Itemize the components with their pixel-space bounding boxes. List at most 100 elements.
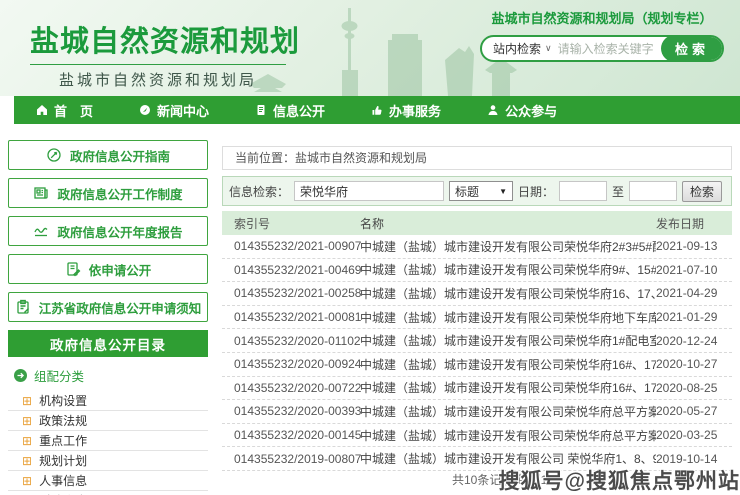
guide-icon (46, 147, 62, 163)
search-scope-dropdown[interactable]: 站内检索 ∨ (482, 40, 558, 57)
search-scope-label: 站内检索 (493, 40, 541, 57)
sidebar-group-category[interactable]: 组配分类 (8, 357, 208, 391)
column-header-date: 发布日期 (656, 215, 732, 232)
cell-publish-date: 2019-10-14 (656, 452, 732, 466)
nav-item-label: 首 页 (54, 101, 93, 120)
column-header-name: 名称 (360, 215, 656, 232)
nav-item-news-center[interactable]: 新闻中心 (139, 101, 209, 120)
sidebar-btn-apply-disclosure[interactable]: 依申请公开 (8, 254, 208, 284)
cell-index-number: 014355232/2020-01102 (222, 334, 360, 348)
sidebar-btn-label: 政府信息公开指南 (70, 146, 170, 165)
cell-document-link[interactable]: 中城建（盐城）城市建设开发有限公司荣悦华府总平方案调整批后公告 (360, 403, 656, 420)
filter-bar: 信息检索： 标题 ▼ 日期： 至 检索 (222, 176, 732, 206)
cell-publish-date: 2021-01-29 (656, 310, 732, 324)
cell-publish-date: 2020-05-27 (656, 404, 732, 418)
sidebar-item-orgs[interactable]: ⊞ 机构设置 (8, 391, 208, 411)
cell-document-link[interactable]: 中城建（盐城）城市建设开发有限公司荣悦华府16、17、23、29、 ... (360, 285, 656, 302)
cell-index-number: 014355232/2021-00258 (222, 286, 360, 300)
cell-publish-date: 2020-03-25 (656, 428, 732, 442)
sidebar-item-label: 人事信息 (39, 472, 87, 489)
nav-item-home[interactable]: 首 页 (36, 101, 93, 120)
sidebar-item-key-work[interactable]: ⊞ 重点工作 (8, 431, 208, 451)
sidebar-item-label: 重点工作 (39, 432, 87, 449)
sidebar-item-policies[interactable]: ⊞ 政策法规 (8, 411, 208, 431)
cell-document-link[interactable]: 中城建（盐城）城市建设开发有限公司荣悦华府16#、17#、23#、 ... (360, 356, 656, 373)
breadcrumb: 当前位置：盐城市自然资源和规划局 (222, 146, 732, 170)
cell-publish-date: 2021-04-29 (656, 286, 732, 300)
nav-item-label: 信息公开 (273, 101, 325, 120)
sohu-watermark: 搜狐号@搜狐焦点鄂州站 (499, 465, 740, 495)
site-header: 盐城自然资源和规划 盐城市自然资源和规划局 盐城市自然资源和规划局（规划专栏） … (0, 0, 740, 96)
header-right: 盐城市自然资源和规划局（规划专栏） 站内检索 ∨ 检索 (480, 8, 724, 62)
cell-document-link[interactable]: 中城建（盐城）城市建设开发有限公司荣悦华府9#、15#、19-20 ... (360, 261, 656, 278)
participation-icon (487, 104, 499, 116)
services-icon (371, 104, 383, 116)
sidebar-item-finance[interactable]: ⊞ 财政资金 (8, 491, 208, 495)
date-to-label: 至 (612, 183, 624, 200)
cell-document-link[interactable]: 中城建（盐城）城市建设开发有限公司荣悦华府1#配电室、8#配电室、 ... (360, 332, 656, 349)
sidebar-btn-application-notice[interactable]: 江苏省政府信息公开申请须知 (8, 292, 208, 322)
keyword-input[interactable] (294, 181, 444, 201)
main-navbar: 首 页 新闻中心 信息公开 办事服务 公众参与 (14, 96, 740, 124)
annual-report-icon (33, 223, 49, 239)
table-header-row: 索引号 名称 发布日期 (222, 211, 732, 235)
field-select[interactable]: 标题 ▼ (449, 181, 513, 201)
cell-index-number: 014355232/2020-00722 (222, 381, 360, 395)
cell-publish-date: 2021-07-10 (656, 263, 732, 277)
sidebar-btn-label: 政府信息公开年度报告 (57, 222, 182, 241)
table-row: 014355232/2020-00924 中城建（盐城）城市建设开发有限公司荣悦… (222, 353, 732, 377)
sidebar-item-label: 政策法规 (39, 412, 87, 429)
cell-document-link[interactable]: 中城建（盐城）城市建设开发有限公司荣悦华府2#3#5#配电房、4# ... (360, 238, 656, 255)
portal-title: 盐城市自然资源和规划局（规划专栏） (480, 8, 724, 27)
table-row: 014355232/2021-00907 中城建（盐城）城市建设开发有限公司荣悦… (222, 235, 732, 259)
sidebar-btn-label: 依申请公开 (89, 260, 152, 279)
cell-index-number: 014355232/2021-00907 (222, 239, 360, 253)
chevron-down-icon: ∨ (545, 43, 552, 54)
table-row: 014355232/2021-00258 中城建（盐城）城市建设开发有限公司荣悦… (222, 282, 732, 306)
home-icon (36, 104, 48, 116)
sidebar-group-label: 组配分类 (34, 366, 84, 385)
table-row: 014355232/2021-00469 中城建（盐城）城市建设开发有限公司荣悦… (222, 259, 732, 283)
sidebar-btn-work-system[interactable]: 政府信息公开工作制度 (8, 178, 208, 208)
nav-item-services[interactable]: 办事服务 (371, 101, 441, 120)
cell-index-number: 014355232/2019-00807 (222, 452, 360, 466)
date-from-input[interactable] (559, 181, 607, 201)
site-title: 盐城自然资源和规划 (30, 18, 300, 60)
select-caret-icon: ▼ (499, 187, 507, 196)
sidebar: 政府信息公开指南 政府信息公开工作制度 政府信息公开年度报告 依申请公开 江苏省… (8, 140, 208, 495)
sidebar-directory-header[interactable]: 政府信息公开目录 (8, 330, 208, 357)
apply-disclosure-icon (65, 261, 81, 277)
filter-search-button[interactable]: 检索 (682, 181, 722, 202)
main-content: 当前位置：盐城市自然资源和规划局 信息检索： 标题 ▼ 日期： 至 检索 索引号… (222, 146, 732, 471)
keyword-label: 信息检索： (229, 183, 289, 200)
cell-publish-date: 2021-09-13 (656, 239, 732, 253)
nav-item-label: 新闻中心 (157, 101, 209, 120)
sidebar-item-planning[interactable]: ⊞ 规划计划 (8, 451, 208, 471)
plus-square-icon: ⊞ (22, 435, 32, 447)
cell-index-number: 014355232/2021-00081 (222, 310, 360, 324)
date-to-input[interactable] (629, 181, 677, 201)
sidebar-item-personnel[interactable]: ⊞ 人事信息 (8, 471, 208, 491)
nav-item-public-participation[interactable]: 公众参与 (487, 101, 557, 120)
table-row: 014355232/2020-01102 中城建（盐城）城市建设开发有限公司荣悦… (222, 329, 732, 353)
title-divider (30, 64, 286, 65)
cell-document-link[interactable]: 中城建（盐城）城市建设开发有限公司荣悦华府总平方案调整 (360, 427, 656, 444)
sidebar-item-label: 规划计划 (39, 452, 87, 469)
sidebar-btn-annual-report[interactable]: 政府信息公开年度报告 (8, 216, 208, 246)
cell-publish-date: 2020-10-27 (656, 357, 732, 371)
search-button[interactable]: 检索 (661, 35, 723, 62)
site-subtitle: 盐城市自然资源和规划局 (30, 69, 286, 90)
sidebar-btn-label: 江苏省政府信息公开申请须知 (39, 298, 202, 317)
cell-document-link[interactable]: 中城建（盐城）城市建设开发有限公司荣悦华府地下车库二期工程A区-2 ... (360, 309, 656, 326)
search-input[interactable] (558, 42, 661, 56)
table-row: 014355232/2020-00393 中城建（盐城）城市建设开发有限公司荣悦… (222, 400, 732, 424)
sidebar-btn-disclosure-guide[interactable]: 政府信息公开指南 (8, 140, 208, 170)
cell-document-link[interactable]: 中城建（盐城）城市建设开发有限公司荣悦华府16#、17#、23#、 ... (360, 379, 656, 396)
nav-item-info-disclosure[interactable]: 信息公开 (255, 101, 325, 120)
work-system-icon (33, 185, 49, 201)
sidebar-btn-label: 政府信息公开工作制度 (57, 184, 182, 203)
date-label: 日期： (518, 183, 554, 200)
page: 盐城自然资源和规划 盐城市自然资源和规划局 盐城市自然资源和规划局（规划专栏） … (0, 0, 740, 495)
field-select-value: 标题 (455, 183, 479, 200)
plus-square-icon: ⊞ (22, 395, 32, 407)
